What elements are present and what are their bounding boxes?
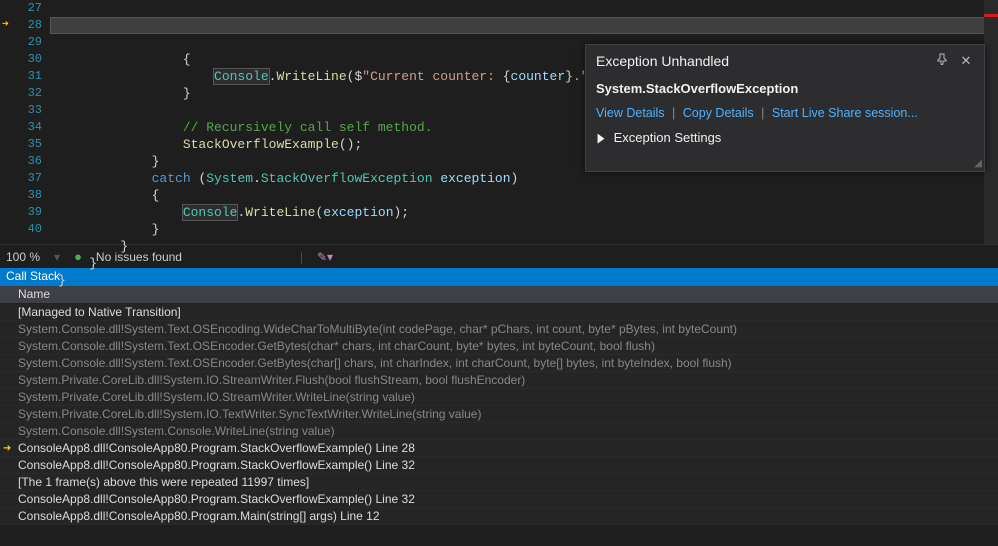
- line-number: 33: [0, 102, 42, 119]
- stack-frame[interactable]: ConsoleApp8.dll!ConsoleApp80.Program.Sta…: [0, 440, 998, 457]
- stack-frame[interactable]: [Managed to Native Transition]: [0, 304, 998, 321]
- code-line[interactable]: catch (System.StackOverflowException exc…: [58, 170, 998, 187]
- line-number: 37: [0, 170, 42, 187]
- stack-frame[interactable]: System.Private.CoreLib.dll!System.IO.Tex…: [0, 406, 998, 423]
- exception-settings-toggle[interactable]: ▶ Exception Settings: [596, 130, 974, 146]
- exception-type: System.StackOverflowException: [596, 81, 974, 96]
- line-number: 35: [0, 136, 42, 153]
- zoom-level[interactable]: 100 %: [6, 250, 40, 264]
- line-number: 38: [0, 187, 42, 204]
- callstack-list[interactable]: [Managed to Native Transition]System.Con…: [0, 304, 998, 525]
- line-number: 31: [0, 68, 42, 85]
- scroll-error-marker: [984, 14, 998, 17]
- exception-popup: Exception Unhandled ✕ System.StackOverfl…: [585, 44, 985, 172]
- stack-frame[interactable]: ConsoleApp8.dll!ConsoleApp80.Program.Mai…: [0, 508, 998, 525]
- line-gutter: 2728➜293031323334353637383940: [0, 0, 50, 244]
- stack-frame[interactable]: System.Console.dll!System.Text.OSEncodin…: [0, 321, 998, 338]
- close-icon[interactable]: ✕: [958, 53, 974, 69]
- line-number: 27: [0, 0, 42, 17]
- line-number: 32: [0, 85, 42, 102]
- stack-frame[interactable]: ConsoleApp8.dll!ConsoleApp80.Program.Sta…: [0, 491, 998, 508]
- code-line[interactable]: {: [58, 187, 998, 204]
- copy-details-link[interactable]: Copy Details: [683, 106, 754, 120]
- exception-title: Exception Unhandled: [596, 53, 926, 69]
- stack-frame[interactable]: System.Console.dll!System.Text.OSEncoder…: [0, 355, 998, 372]
- line-number: 29: [0, 34, 42, 51]
- line-number: 40: [0, 221, 42, 238]
- line-number: 39: [0, 204, 42, 221]
- chevron-right-icon: ▶: [598, 130, 605, 146]
- line-number: 36: [0, 153, 42, 170]
- code-line[interactable]: }: [58, 221, 998, 238]
- stack-frame[interactable]: System.Console.dll!System.Text.OSEncoder…: [0, 338, 998, 355]
- stack-frame[interactable]: System.Private.CoreLib.dll!System.IO.Str…: [0, 372, 998, 389]
- resize-grip-icon[interactable]: ◢: [586, 158, 984, 171]
- stack-frame[interactable]: ConsoleApp8.dll!ConsoleApp80.Program.Sta…: [0, 457, 998, 474]
- line-number: 30: [0, 51, 42, 68]
- stack-frame[interactable]: System.Private.CoreLib.dll!System.IO.Str…: [0, 389, 998, 406]
- stack-frame[interactable]: [The 1 frame(s) above this were repeated…: [0, 474, 998, 491]
- pin-icon[interactable]: [934, 53, 950, 69]
- code-line[interactable]: Console.WriteLine(exception);: [58, 204, 998, 221]
- live-share-link[interactable]: Start Live Share session...: [772, 106, 918, 120]
- code-line[interactable]: }: [58, 255, 998, 272]
- view-details-link[interactable]: View Details: [596, 106, 665, 120]
- stack-frame[interactable]: System.Console.dll!System.Console.WriteL…: [0, 423, 998, 440]
- execution-arrow-icon: ➜: [2, 17, 9, 34]
- code-line[interactable]: }: [58, 272, 998, 289]
- current-frame-arrow-icon: ➜: [3, 440, 11, 457]
- current-line-highlight: [50, 17, 998, 34]
- line-number: 34: [0, 119, 42, 136]
- code-line[interactable]: }: [58, 238, 998, 255]
- exception-links: View Details | Copy Details | Start Live…: [596, 106, 974, 120]
